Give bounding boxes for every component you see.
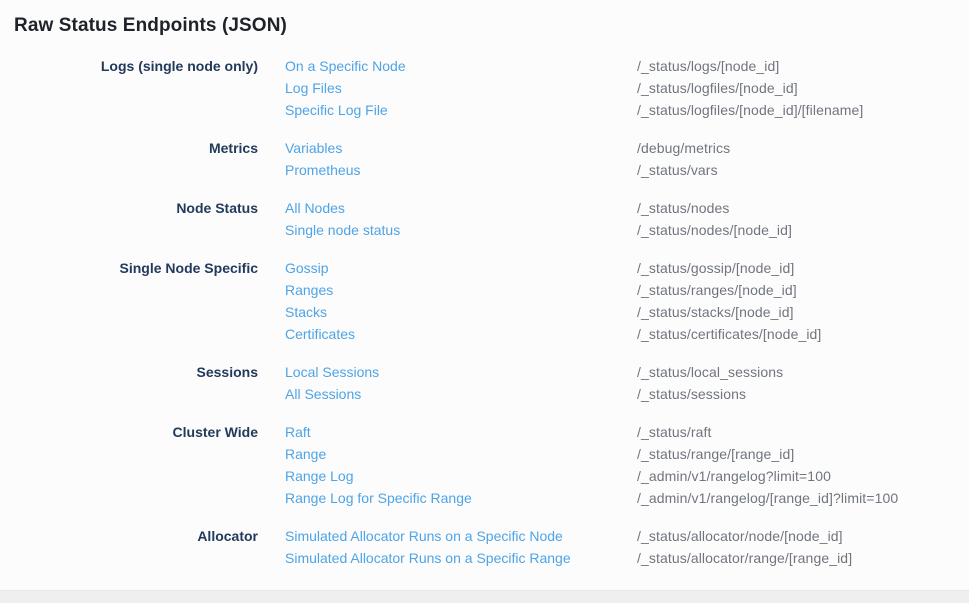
raw-status-endpoints-page: Raw Status Endpoints (JSON) Logs (single… bbox=[0, 0, 969, 603]
endpoint-path: /_status/certificates/[node_id] bbox=[637, 323, 969, 345]
endpoint-path: /_status/local_sessions bbox=[637, 361, 969, 383]
endpoint-link[interactable]: Simulated Allocator Runs on a Specific N… bbox=[285, 525, 637, 547]
endpoint-path: /_status/raft bbox=[637, 421, 969, 443]
section-rows: All Nodes /_status/nodes Single node sta… bbox=[285, 197, 969, 241]
category-label: Cluster Wide bbox=[0, 421, 258, 443]
category-label: Single Node Specific bbox=[0, 257, 258, 279]
endpoint-path: /_status/range/[range_id] bbox=[637, 443, 969, 465]
endpoint-link[interactable]: Single node status bbox=[285, 219, 637, 241]
page-title: Raw Status Endpoints (JSON) bbox=[0, 0, 969, 39]
endpoint-link[interactable]: Variables bbox=[285, 137, 637, 159]
endpoint-path: /_status/allocator/node/[node_id] bbox=[637, 525, 969, 547]
endpoint-section: Cluster Wide Raft /_status/raft Range /_… bbox=[0, 421, 969, 509]
endpoint-row: Gossip /_status/gossip/[node_id] bbox=[285, 257, 969, 279]
endpoint-row: On a Specific Node /_status/logs/[node_i… bbox=[285, 55, 969, 77]
endpoint-path: /_status/gossip/[node_id] bbox=[637, 257, 969, 279]
endpoint-row: All Nodes /_status/nodes bbox=[285, 197, 969, 219]
endpoint-link[interactable]: Local Sessions bbox=[285, 361, 637, 383]
endpoint-section: Allocator Simulated Allocator Runs on a … bbox=[0, 525, 969, 569]
endpoint-link[interactable]: Simulated Allocator Runs on a Specific R… bbox=[285, 547, 637, 569]
endpoint-section: Logs (single node only) On a Specific No… bbox=[0, 55, 969, 121]
endpoint-path: /_status/logfiles/[node_id]/[filename] bbox=[637, 99, 969, 121]
endpoint-link[interactable]: Range Log for Specific Range bbox=[285, 487, 637, 509]
endpoint-section: Node Status All Nodes /_status/nodes Sin… bbox=[0, 197, 969, 241]
endpoint-link[interactable]: Range bbox=[285, 443, 637, 465]
next-section-strip bbox=[0, 590, 969, 603]
endpoint-link[interactable]: Raft bbox=[285, 421, 637, 443]
category-label: Logs (single node only) bbox=[0, 55, 258, 77]
category-label: Sessions bbox=[0, 361, 258, 383]
endpoint-row: Raft /_status/raft bbox=[285, 421, 969, 443]
section-rows: Raft /_status/raft Range /_status/range/… bbox=[285, 421, 969, 509]
endpoint-link[interactable]: All Sessions bbox=[285, 383, 637, 405]
endpoint-link[interactable]: Log Files bbox=[285, 77, 637, 99]
section-rows: On a Specific Node /_status/logs/[node_i… bbox=[285, 55, 969, 121]
endpoint-link[interactable]: On a Specific Node bbox=[285, 55, 637, 77]
endpoint-path: /_status/nodes bbox=[637, 197, 969, 219]
endpoint-row: Range /_status/range/[range_id] bbox=[285, 443, 969, 465]
endpoint-link[interactable]: Range Log bbox=[285, 465, 637, 487]
endpoint-row: Prometheus /_status/vars bbox=[285, 159, 969, 181]
category-label: Node Status bbox=[0, 197, 258, 219]
endpoint-row: Specific Log File /_status/logfiles/[nod… bbox=[285, 99, 969, 121]
endpoint-path: /_status/logs/[node_id] bbox=[637, 55, 969, 77]
endpoint-path: /_status/ranges/[node_id] bbox=[637, 279, 969, 301]
endpoint-path: /_status/sessions bbox=[637, 383, 969, 405]
endpoint-row: Local Sessions /_status/local_sessions bbox=[285, 361, 969, 383]
endpoint-row: Ranges /_status/ranges/[node_id] bbox=[285, 279, 969, 301]
endpoint-path: /_admin/v1/rangelog?limit=100 bbox=[637, 465, 969, 487]
endpoint-link[interactable]: Ranges bbox=[285, 279, 637, 301]
endpoint-link[interactable]: All Nodes bbox=[285, 197, 637, 219]
endpoint-row: Simulated Allocator Runs on a Specific N… bbox=[285, 525, 969, 547]
endpoint-section: Single Node Specific Gossip /_status/gos… bbox=[0, 257, 969, 345]
endpoint-path: /_status/vars bbox=[637, 159, 969, 181]
endpoint-link[interactable]: Specific Log File bbox=[285, 99, 637, 121]
endpoint-row: Range Log /_admin/v1/rangelog?limit=100 bbox=[285, 465, 969, 487]
endpoint-path: /_status/logfiles/[node_id] bbox=[637, 77, 969, 99]
section-rows: Simulated Allocator Runs on a Specific N… bbox=[285, 525, 969, 569]
endpoint-row: All Sessions /_status/sessions bbox=[285, 383, 969, 405]
endpoints-table: Logs (single node only) On a Specific No… bbox=[0, 55, 969, 569]
section-rows: Gossip /_status/gossip/[node_id] Ranges … bbox=[285, 257, 969, 345]
endpoint-link[interactable]: Stacks bbox=[285, 301, 637, 323]
endpoint-path: /_admin/v1/rangelog/[range_id]?limit=100 bbox=[637, 487, 969, 509]
section-rows: Variables /debug/metrics Prometheus /_st… bbox=[285, 137, 969, 181]
endpoint-row: Stacks /_status/stacks/[node_id] bbox=[285, 301, 969, 323]
endpoint-path: /_status/nodes/[node_id] bbox=[637, 219, 969, 241]
endpoint-link[interactable]: Prometheus bbox=[285, 159, 637, 181]
endpoint-section: Sessions Local Sessions /_status/local_s… bbox=[0, 361, 969, 405]
endpoint-row: Log Files /_status/logfiles/[node_id] bbox=[285, 77, 969, 99]
category-label: Allocator bbox=[0, 525, 258, 547]
endpoint-row: Single node status /_status/nodes/[node_… bbox=[285, 219, 969, 241]
endpoint-section: Metrics Variables /debug/metrics Prometh… bbox=[0, 137, 969, 181]
category-label: Metrics bbox=[0, 137, 258, 159]
endpoint-link[interactable]: Certificates bbox=[285, 323, 637, 345]
endpoint-row: Simulated Allocator Runs on a Specific R… bbox=[285, 547, 969, 569]
endpoint-path: /debug/metrics bbox=[637, 137, 969, 159]
endpoint-row: Certificates /_status/certificates/[node… bbox=[285, 323, 969, 345]
endpoint-row: Range Log for Specific Range /_admin/v1/… bbox=[285, 487, 969, 509]
endpoint-path: /_status/allocator/range/[range_id] bbox=[637, 547, 969, 569]
section-rows: Local Sessions /_status/local_sessions A… bbox=[285, 361, 969, 405]
endpoint-row: Variables /debug/metrics bbox=[285, 137, 969, 159]
endpoint-link[interactable]: Gossip bbox=[285, 257, 637, 279]
endpoint-path: /_status/stacks/[node_id] bbox=[637, 301, 969, 323]
